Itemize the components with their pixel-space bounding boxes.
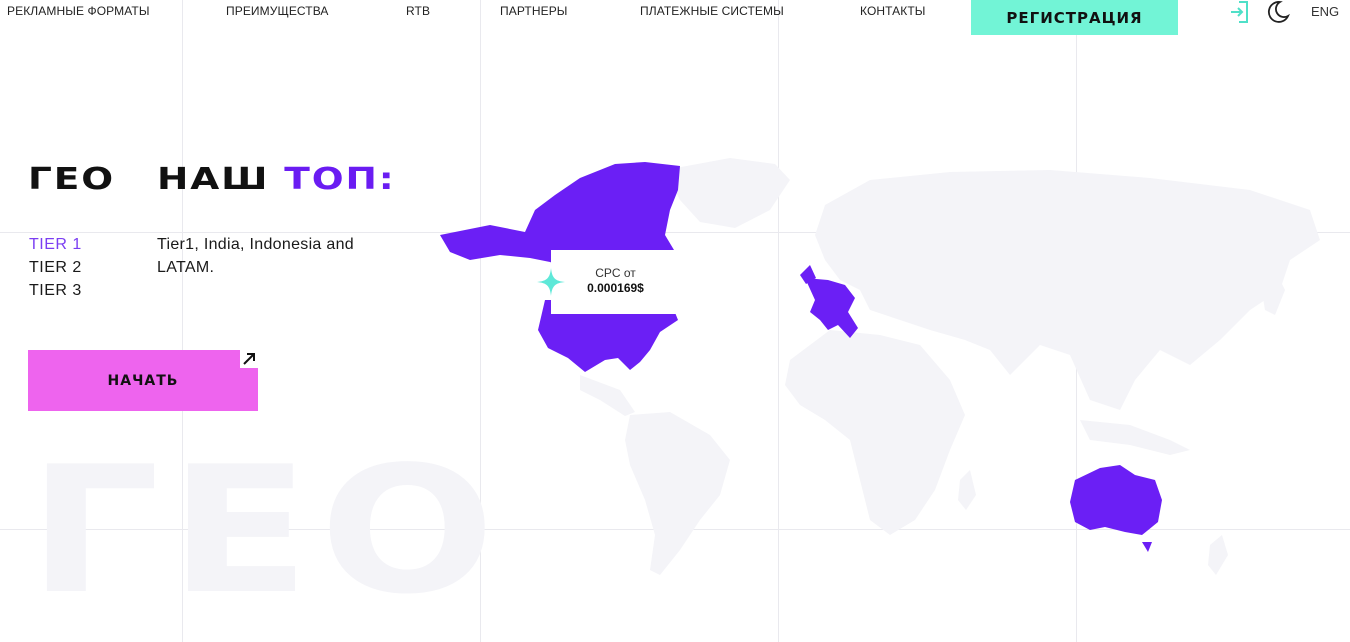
top-nav: РЕКЛАМНЫЕ ФОРМАТЫ ПРЕИМУЩЕСТВА RTB ПАРТН… — [0, 0, 1350, 36]
nav-item-rtb[interactable]: RTB — [406, 4, 430, 18]
tier-2-tab[interactable]: TIER 2 — [29, 256, 82, 279]
tier-1-tab[interactable]: TIER 1 — [29, 233, 82, 256]
geo-description: Tier1, India, Indonesia and LATAM. — [157, 236, 354, 276]
login-icon[interactable] — [1228, 0, 1252, 24]
top-title-accent: ТОП: — [284, 162, 396, 197]
nav-item-ad-formats[interactable]: РЕКЛАМНЫЕ ФОРМАТЫ — [7, 4, 150, 18]
arrow-up-right-icon — [243, 353, 255, 365]
nav-item-payment-systems[interactable]: ПЛАТЕЖНЫЕ СИСТЕМЫ — [640, 4, 784, 18]
map-land — [580, 158, 1320, 575]
cpc-tooltip: CPC от 0.000169$ — [551, 250, 680, 314]
top-title-main: НАШ — [157, 162, 270, 197]
register-button[interactable]: РЕГИСТРАЦИЯ — [971, 0, 1178, 35]
start-corner — [240, 350, 258, 368]
start-button[interactable]: НАЧАТЬ — [28, 350, 258, 411]
tier-3-tab[interactable]: TIER 3 — [29, 279, 82, 302]
geo-title: ГЕО — [28, 162, 116, 197]
nav-item-advantages[interactable]: ПРЕИМУЩЕСТВА — [226, 4, 329, 18]
language-switch[interactable]: ENG — [1311, 4, 1339, 19]
top-title: НАШ ТОП: — [157, 162, 396, 197]
nav-item-partners[interactable]: ПАРТНЕРЫ — [500, 4, 568, 18]
world-map — [440, 158, 1320, 575]
cpc-label: CPC от — [595, 266, 636, 280]
moon-icon[interactable] — [1266, 0, 1290, 24]
tier-list: TIER 1 TIER 2 TIER 3 — [29, 233, 82, 302]
sparkle-icon — [537, 268, 565, 296]
start-button-label: НАЧАТЬ — [107, 372, 179, 389]
page: ГЕО CPC от 0.000169$ РЕКЛАМНЫЕ ФОРМАТЫ П… — [0, 0, 1350, 642]
nav-item-contacts[interactable]: КОНТАКТЫ — [860, 4, 926, 18]
cpc-value: 0.000169$ — [587, 281, 644, 295]
